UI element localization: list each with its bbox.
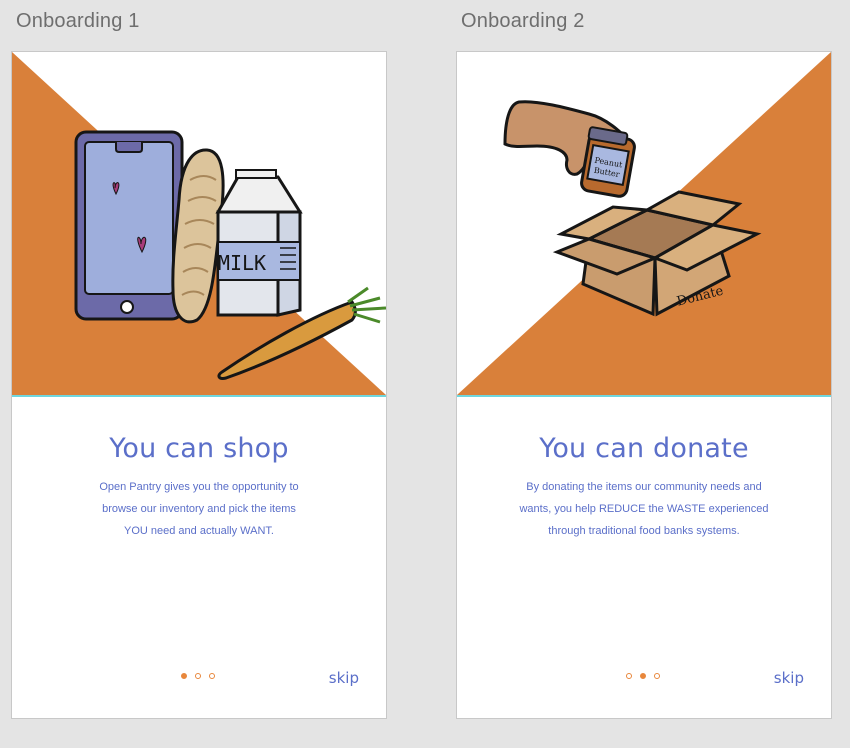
description-line: through traditional food banks systems. — [548, 525, 740, 537]
page-description: Open Pantry gives you the opportunity to… — [12, 476, 386, 542]
onboarding-screen-2: Peanut Butter Donate You can donate By d… — [456, 51, 832, 719]
skip-button[interactable]: skip — [774, 669, 804, 687]
description-line: wants, you help REDUCE the WASTE experie… — [519, 503, 769, 515]
page-title: You can donate — [539, 433, 749, 464]
page-dot-2[interactable] — [640, 673, 646, 679]
milk-label: MILK — [218, 251, 266, 275]
page-dot-3[interactable] — [209, 673, 215, 679]
page-indicator — [181, 673, 215, 679]
page-indicator — [626, 673, 660, 679]
description-line: YOU need and actually WANT. — [124, 525, 274, 537]
description-line: By donating the items our community need… — [526, 481, 762, 493]
onboarding-screen-1: MILK You can shop Open Pantry gives you … — [11, 51, 387, 719]
page-title: You can shop — [109, 433, 289, 464]
page-dot-1[interactable] — [626, 673, 632, 679]
frame-label-onboarding-1: Onboarding 1 — [16, 10, 140, 32]
page-dot-2[interactable] — [195, 673, 201, 679]
frame-label-onboarding-2: Onboarding 2 — [461, 10, 585, 32]
hero-illustration-donate: Peanut Butter Donate — [457, 52, 831, 395]
peanut-butter-jar-icon: Peanut Butter — [580, 126, 636, 198]
skip-button[interactable]: skip — [329, 669, 359, 687]
description-line: Open Pantry gives you the opportunity to — [99, 481, 299, 493]
phone-icon — [74, 130, 184, 321]
page-dot-3[interactable] — [654, 673, 660, 679]
hero-illustration-shop: MILK — [12, 52, 386, 395]
page-dot-1[interactable] — [181, 673, 187, 679]
description-line: browse our inventory and pick the items — [102, 503, 296, 515]
page-description: By donating the items our community need… — [457, 476, 831, 542]
hero-divider — [12, 395, 386, 397]
hero-divider — [457, 395, 831, 397]
milk-carton-icon: MILK — [215, 169, 303, 317]
